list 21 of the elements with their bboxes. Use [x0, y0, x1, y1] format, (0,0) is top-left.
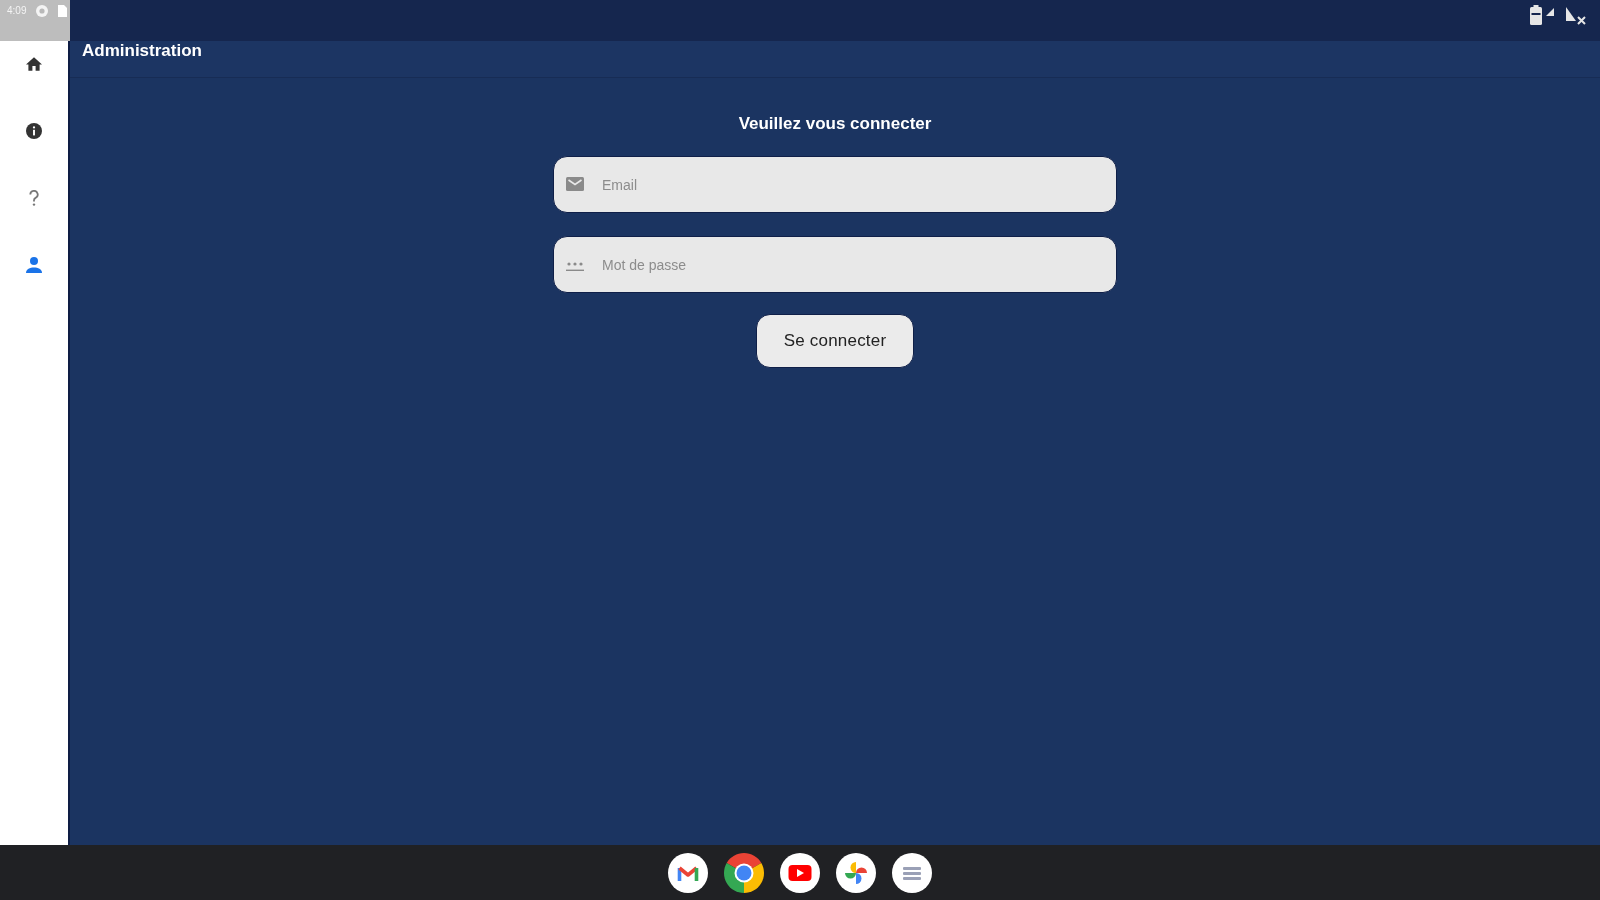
file-icon: [58, 5, 68, 17]
password-dots-icon: [566, 261, 584, 271]
envelope-icon: [566, 177, 584, 191]
login-title: Veuillez vous connecter: [738, 114, 932, 134]
battery-icon: [1530, 5, 1542, 25]
question-mark-icon: [29, 190, 39, 206]
menu-lines-icon[interactable]: [892, 852, 932, 893]
pinwheel-icon[interactable]: [836, 852, 876, 893]
home-icon: [26, 56, 42, 72]
email-field[interactable]: Email: [553, 156, 1117, 213]
info-icon: [26, 123, 42, 139]
circle-status-icon: [36, 5, 49, 17]
signal-icon: [1546, 8, 1554, 16]
password-field[interactable]: Mot de passe: [553, 236, 1117, 293]
video-play-icon[interactable]: [780, 852, 820, 893]
mail-app-icon[interactable]: [668, 852, 708, 893]
header-title: Administration: [82, 41, 202, 61]
submit-button[interactable]: Se connecter: [756, 314, 914, 368]
browser-icon[interactable]: [724, 852, 764, 893]
person-icon: [26, 257, 42, 273]
signal-off-icon: [1566, 5, 1586, 25]
